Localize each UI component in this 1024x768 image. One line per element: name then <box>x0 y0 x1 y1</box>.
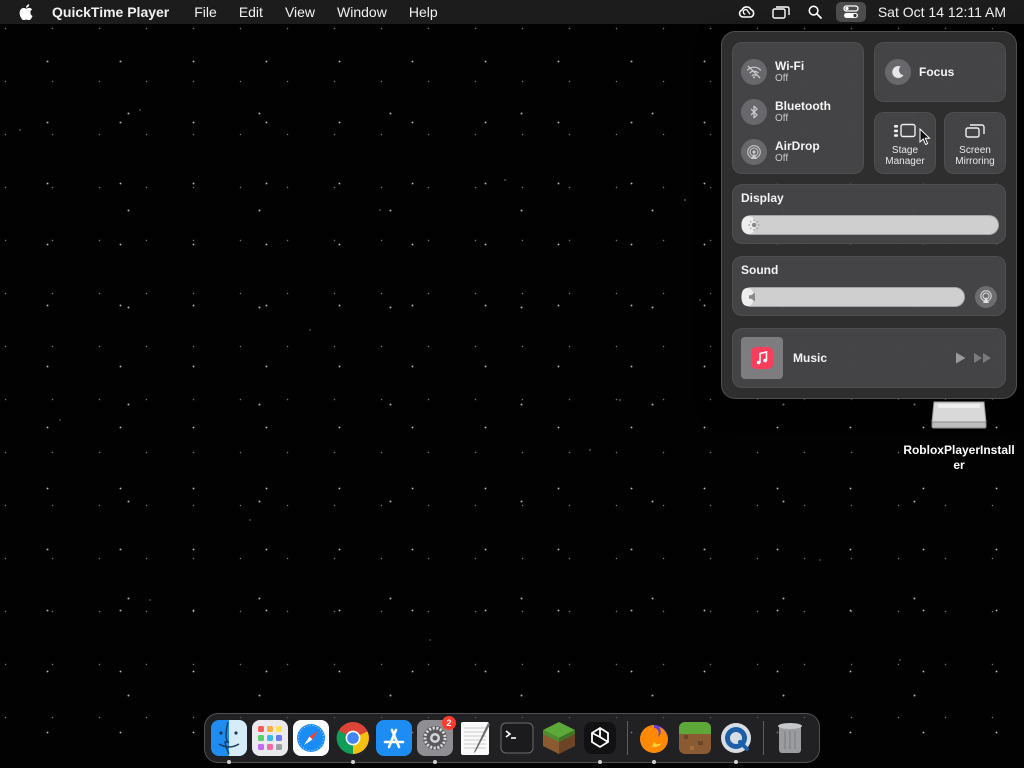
quicktime-icon <box>721 723 752 753</box>
dock-finder[interactable] <box>211 720 247 764</box>
running-indicator <box>432 760 437 764</box>
finder-icon <box>211 720 247 756</box>
creative-cloud-icon[interactable] <box>730 0 764 24</box>
volume-slider[interactable] <box>741 287 965 307</box>
focus-label: Focus <box>919 65 955 79</box>
screen-mirroring-label: Screen Mirroring <box>955 145 995 167</box>
screen-mirroring-icon <box>965 124 985 138</box>
dock-minecraft[interactable] <box>541 720 577 756</box>
dock-app-store[interactable] <box>375 720 412 756</box>
dock-chatgpt[interactable] <box>582 720 618 764</box>
brightness-icon <box>748 219 760 231</box>
safari-icon <box>293 720 330 756</box>
running-indicator <box>651 760 656 764</box>
trash-icon <box>778 723 803 753</box>
chatgpt-icon <box>583 722 616 754</box>
bluetooth-label: Bluetooth <box>775 98 831 113</box>
dock-terminal[interactable] <box>499 720 535 756</box>
bluetooth-status: Off <box>775 112 789 124</box>
airplay-audio-button[interactable] <box>975 286 997 308</box>
bluetooth-toggle[interactable]: Bluetooth Off <box>741 99 831 125</box>
sound-label: Sound <box>741 263 779 277</box>
help-menu[interactable]: Help <box>398 0 449 24</box>
mouse-cursor-icon <box>919 127 931 151</box>
control-center-icon[interactable] <box>835 2 866 22</box>
dock-system-settings[interactable]: 2 <box>416 716 456 764</box>
firefox-icon <box>639 725 668 753</box>
dock-separator <box>626 721 628 755</box>
fast-forward-icon[interactable] <box>973 351 993 365</box>
music-app-icon <box>751 347 773 369</box>
apple-menu-icon[interactable] <box>19 4 33 20</box>
dock-firefox[interactable] <box>636 720 672 764</box>
focus-tile[interactable]: Focus <box>874 42 1006 102</box>
dock-launchpad[interactable] <box>252 720 289 756</box>
view-menu[interactable]: View <box>274 0 326 24</box>
notification-badge: 2 <box>441 716 456 730</box>
disk-image-icon <box>931 401 987 429</box>
display-module: Display <box>732 184 1006 244</box>
control-center-panel: Wi-Fi Off Bluetooth Off AirDrop Off Focu… <box>721 31 1017 399</box>
app-store-icon <box>375 720 412 756</box>
display-label: Display <box>741 191 784 205</box>
app-menu[interactable]: QuickTime Player <box>52 0 183 24</box>
moon-icon <box>885 59 911 85</box>
spotlight-search-icon[interactable] <box>798 0 832 24</box>
wifi-off-icon[interactable] <box>741 59 767 85</box>
minecraft-launcher-icon <box>679 722 712 754</box>
desktop-icon-label: RobloxPlayerInstaller <box>903 443 1015 472</box>
brightness-slider[interactable] <box>741 215 999 235</box>
chrome-icon <box>336 722 369 755</box>
file-menu[interactable]: File <box>183 0 228 24</box>
dock-separator <box>763 721 765 755</box>
wifi-toggle[interactable]: Wi-Fi Off <box>741 59 804 85</box>
screen-mirror-icon[interactable] <box>764 0 798 24</box>
stage-manager-icon <box>894 123 916 138</box>
menu-bar-clock[interactable]: Sat Oct 14 12:11 AM <box>878 4 1006 20</box>
play-icon[interactable] <box>953 351 967 365</box>
dock-safari[interactable] <box>293 720 330 756</box>
menu-bar: QuickTime Player File Edit View Window H… <box>0 0 1024 24</box>
edit-menu[interactable]: Edit <box>228 0 274 24</box>
dock-quicktime-player[interactable] <box>718 720 754 764</box>
dock-chrome[interactable] <box>335 720 371 764</box>
window-menu[interactable]: Window <box>326 0 398 24</box>
wifi-status: Off <box>775 72 789 84</box>
bluetooth-icon[interactable] <box>741 99 767 125</box>
airdrop-toggle[interactable]: AirDrop Off <box>741 139 820 165</box>
dock: 2 <box>204 713 820 764</box>
dock-textedit[interactable] <box>458 720 494 756</box>
launchpad-icon <box>252 720 289 756</box>
running-indicator <box>227 760 231 764</box>
album-art <box>741 337 783 379</box>
now-playing-module[interactable]: Music <box>732 328 1006 388</box>
now-playing-label: Music <box>793 351 828 365</box>
dock-trash[interactable] <box>772 720 808 756</box>
wifi-label: Wi-Fi <box>775 58 805 73</box>
minecraft-grass-block-icon <box>542 722 575 754</box>
screen-mirroring-tile[interactable]: Screen Mirroring <box>944 112 1006 174</box>
running-indicator <box>597 760 602 764</box>
running-indicator <box>350 760 355 764</box>
airdrop-label: AirDrop <box>775 138 820 153</box>
connectivity-module: Wi-Fi Off Bluetooth Off AirDrop Off <box>732 42 864 174</box>
sound-module: Sound <box>732 256 1006 316</box>
textedit-icon <box>461 722 491 755</box>
airplay-audio-icon <box>980 290 992 303</box>
desktop-icon-roblox-installer[interactable]: RobloxPlayerInstaller <box>900 398 1018 473</box>
dock-minecraft-launcher[interactable] <box>677 720 713 756</box>
terminal-icon <box>500 722 534 754</box>
speaker-icon <box>749 292 755 302</box>
airdrop-status: Off <box>775 152 789 164</box>
airdrop-icon[interactable] <box>741 139 767 165</box>
